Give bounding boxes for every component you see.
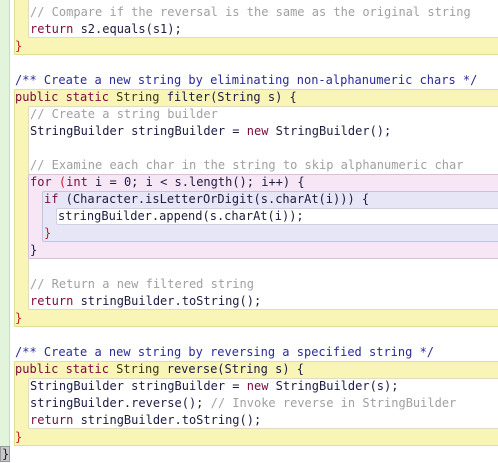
code-line[interactable]: // Examine each char in the string to sk… (30, 157, 463, 174)
code-token: stringBuilder.reverse(); (30, 396, 211, 410)
code-line[interactable]: } (30, 242, 37, 259)
code-line[interactable]: } (44, 225, 51, 242)
class-block-gutter (0, 0, 10, 462)
code-token: } (44, 226, 52, 240)
code-line[interactable]: /** Create a new string by eliminating n… (15, 72, 477, 89)
code-token: return (30, 22, 74, 36)
code-token: if (44, 192, 59, 206)
code-line[interactable]: return stringBuilder.toString(); (30, 293, 261, 310)
code-line[interactable]: if (Character.isLetterOrDigit(s.charAt(i… (44, 191, 369, 208)
code-line[interactable]: public static String reverse(String s) { (15, 361, 304, 378)
code-line[interactable]: // Create a string builder (30, 106, 218, 123)
code-token: public static (15, 362, 109, 376)
code-line[interactable]: // Compare if the reversal is the same a… (30, 4, 471, 21)
code-token: (Character.isLetterOrDigit(s.charAt(i)))… (58, 192, 370, 206)
code-token: return (30, 413, 74, 427)
code-token: String (108, 90, 160, 104)
code-line[interactable]: } (15, 310, 22, 327)
code-line[interactable]: StringBuilder stringBuilder = new String… (30, 123, 391, 140)
code-token: new (246, 379, 269, 393)
code-token: return (30, 294, 74, 308)
code-token: for (30, 175, 52, 189)
code-token: // Examine each char in the string to sk… (30, 158, 464, 172)
code-line[interactable]: for (int i = 0; i < s.length(); i++) { (30, 174, 305, 191)
code-token: StringBuilder stringBuilder = (30, 124, 247, 138)
code-token: reverse(String s) { (159, 362, 304, 376)
code-line[interactable]: public static String filter(String s) { (15, 89, 297, 106)
code-line[interactable]: StringBuilder stringBuilder = new String… (30, 378, 398, 395)
code-token: StringBuilder(s); (268, 379, 399, 393)
code-line[interactable]: } (15, 429, 22, 446)
code-token: /** Create a new string by eliminating n… (15, 73, 478, 87)
code-token: // Invoke reverse in StringBuilder (210, 396, 457, 410)
code-token: i = 0; i < s.length(); i++) { (87, 175, 305, 189)
code-token: new (246, 124, 269, 138)
code-token: int (66, 175, 88, 189)
code-token: stringBuilder.append(s.charAt(i)); (58, 209, 304, 223)
code-token: } (15, 430, 23, 444)
code-line[interactable]: stringBuilder.append(s.charAt(i)); (58, 208, 304, 225)
code-line[interactable]: /** Create a new string by reversing a s… (15, 344, 434, 361)
code-token: /** Create a new string by reversing a s… (15, 345, 435, 359)
code-token: } (15, 311, 23, 325)
code-token: stringBuilder.toString(); (73, 413, 262, 427)
code-line[interactable]: } (2, 446, 9, 463)
code-token: String (108, 362, 160, 376)
code-token: stringBuilder.toString(); (73, 294, 262, 308)
code-token: // Compare if the reversal is the same a… (30, 5, 471, 19)
code-token: StringBuilder stringBuilder = (30, 379, 247, 393)
code-line[interactable]: stringBuilder.reverse(); // Invoke rever… (30, 395, 456, 412)
code-line[interactable]: return s2.equals(s1); (30, 21, 182, 38)
code-token: // Return a new filtered string (30, 277, 254, 291)
code-token: } (2, 447, 10, 461)
code-token: s2.equals(s1); (73, 22, 182, 36)
code-line[interactable]: } (15, 38, 22, 55)
code-token: filter(String s) { (159, 90, 297, 104)
code-token: } (30, 243, 38, 257)
code-token: } (15, 39, 23, 53)
code-line[interactable]: // Return a new filtered string (30, 276, 254, 293)
code-token: // Create a string builder (30, 107, 218, 121)
code-token: public static (15, 90, 109, 104)
code-token: ( (51, 175, 67, 189)
code-token: StringBuilder(); (268, 124, 392, 138)
code-line[interactable]: return stringBuilder.toString(); (30, 412, 261, 429)
